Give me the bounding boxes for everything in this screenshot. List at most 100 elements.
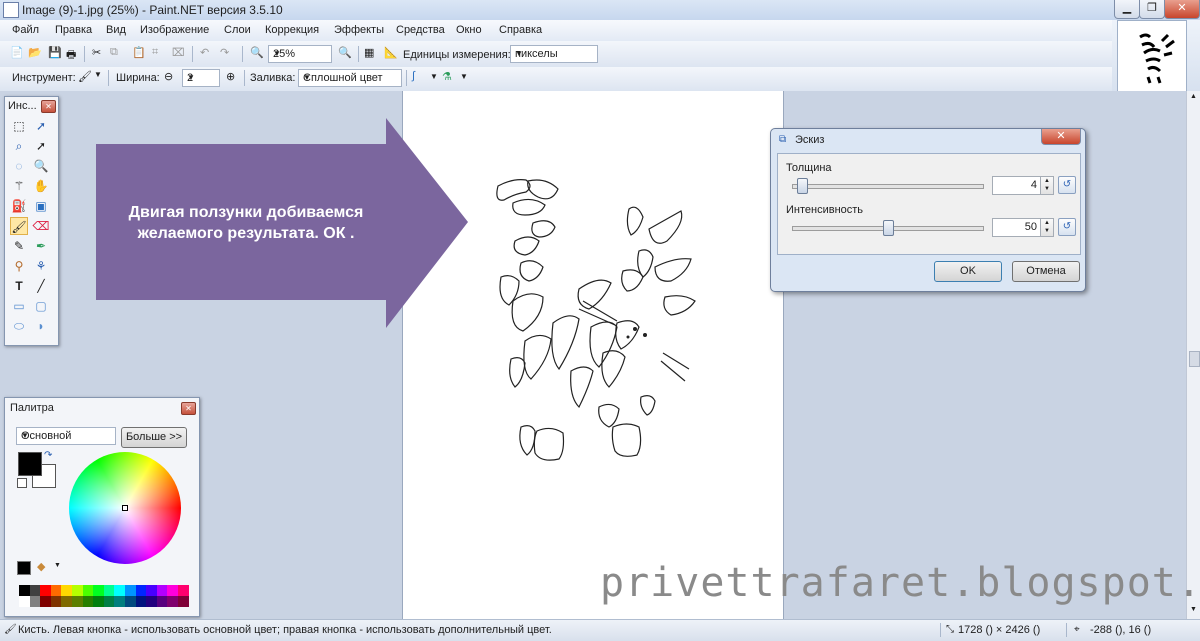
thickness-slider-track[interactable] (792, 184, 984, 189)
thickness-input[interactable]: 4 (992, 176, 1042, 195)
grid-icon[interactable]: ▦ (364, 46, 378, 60)
color-mode-select[interactable]: Основной ▼ (16, 427, 116, 445)
menu-adjustments[interactable]: Коррекция (265, 24, 319, 36)
menu-edit[interactable]: Правка (55, 24, 92, 36)
tools-close-button[interactable]: ✕ (41, 100, 56, 113)
color-swatch[interactable] (146, 596, 157, 607)
rectangle-shape-icon[interactable]: ▭ (10, 297, 28, 315)
ok-button[interactable]: OK (934, 261, 1002, 282)
menu-help[interactable]: Справка (499, 24, 542, 36)
new-file-icon[interactable]: 📄 (10, 46, 24, 60)
palette-black-icon[interactable] (17, 561, 31, 575)
restore-button[interactable]: ❐ (1139, 0, 1165, 19)
color-swatch[interactable] (125, 596, 136, 607)
palette-menu-icon[interactable]: ◆ (37, 560, 45, 573)
color-swatch[interactable] (178, 585, 189, 596)
recolor-icon[interactable]: ⚘ (32, 257, 50, 275)
eraser-icon[interactable]: ⌫ (32, 217, 50, 235)
color-swatch[interactable] (72, 596, 83, 607)
color-swatch[interactable] (29, 585, 41, 596)
brush-tool-icon[interactable]: 🖌 (78, 70, 92, 84)
color-swatch[interactable] (19, 596, 30, 607)
color-swatch[interactable] (178, 596, 189, 607)
image-thumbnail[interactable] (1117, 20, 1187, 92)
scroll-up-icon[interactable]: ▲ (1190, 93, 1197, 100)
line-curve-icon[interactable]: ╱ (32, 277, 50, 295)
color-swatch[interactable] (93, 596, 104, 607)
swap-colors-icon[interactable]: ↷ (44, 450, 52, 461)
more-colors-button[interactable]: Больше >> (121, 427, 187, 448)
intensity-reset-button[interactable]: ↺ (1058, 218, 1076, 236)
color-swatch[interactable] (135, 585, 147, 596)
thickness-spinner[interactable]: ▲ ▼ (1040, 176, 1054, 195)
open-file-icon[interactable]: 📂 (28, 46, 42, 60)
color-swatch[interactable] (82, 585, 94, 596)
zoom-out-icon[interactable]: 🔍 (250, 46, 264, 60)
color-swatch[interactable] (29, 596, 41, 607)
zoom-in-icon[interactable]: 🔍 (338, 46, 352, 60)
text-tool-icon[interactable]: T (10, 277, 28, 295)
cancel-button[interactable]: Отмена (1012, 261, 1080, 282)
ellipse-select-icon[interactable]: ◌ (10, 157, 28, 175)
menu-view[interactable]: Вид (106, 24, 126, 36)
paint-bucket-icon[interactable]: ⛽ (10, 197, 28, 215)
scroll-down-icon[interactable]: ▼ (1190, 606, 1197, 613)
zoom-tool-icon[interactable]: 🔍 (32, 157, 50, 175)
color-swatch[interactable] (40, 585, 51, 596)
undo-icon[interactable]: ↶ (200, 46, 214, 60)
color-swatch[interactable] (156, 596, 168, 607)
width-select[interactable]: 2 ▼ (182, 69, 220, 87)
cut-icon[interactable]: ✂ (92, 46, 106, 60)
thickness-reset-button[interactable]: ↺ (1058, 176, 1076, 194)
freeform-shape-icon[interactable]: ◗ (32, 317, 50, 335)
color-swatch[interactable] (61, 585, 72, 596)
color-swatch[interactable] (114, 596, 125, 607)
redo-icon[interactable]: ↷ (220, 46, 234, 60)
intensity-input[interactable]: 50 (992, 218, 1042, 237)
color-swatch[interactable] (61, 596, 72, 607)
move-pixels-icon[interactable]: ➚ (32, 137, 50, 155)
color-picker-icon[interactable]: ✒ (32, 237, 50, 255)
color-swatch[interactable] (82, 596, 94, 607)
lasso-select-icon[interactable]: ⌕ (10, 137, 28, 155)
close-button[interactable]: ✕ (1164, 0, 1200, 19)
color-swatch[interactable] (93, 585, 104, 596)
palette-close-button[interactable]: ✕ (181, 402, 196, 415)
ellipse-shape-icon[interactable]: ⬭ (10, 317, 28, 335)
clone-stamp-icon[interactable]: ⚲ (10, 257, 28, 275)
color-wheel[interactable] (69, 452, 181, 564)
minimize-button[interactable]: ▁ (1114, 0, 1140, 19)
gradient-icon[interactable]: ▣ (32, 197, 50, 215)
color-swatch[interactable] (167, 585, 178, 596)
color-wheel-cursor[interactable] (122, 505, 128, 511)
color-swatch[interactable] (103, 596, 115, 607)
save-icon[interactable]: 💾 (48, 46, 62, 60)
antialiasing-icon[interactable]: ∫ (412, 70, 426, 84)
units-select[interactable]: пикселы ▼ (510, 45, 598, 63)
intensity-spinner[interactable]: ▲ ▼ (1040, 218, 1054, 237)
chevron-down-icon[interactable]: ▼ (94, 70, 102, 79)
increase-width-icon[interactable]: ⊕ (226, 70, 240, 84)
print-icon[interactable]: 🖶 (66, 46, 80, 61)
ruler-icon[interactable]: 📐 (384, 46, 398, 60)
fill-select[interactable]: Сплошной цвет ▼ (298, 69, 402, 87)
primary-color[interactable] (18, 452, 42, 476)
blend-mode-icon[interactable]: ⚗ (442, 70, 456, 84)
magic-wand-icon[interactable]: ⚚ (10, 177, 28, 195)
chevron-down-icon[interactable]: ▼ (54, 562, 61, 569)
paste-icon[interactable]: 📋 (132, 46, 146, 60)
chevron-down-icon[interactable]: ▼ (430, 72, 438, 81)
zoom-select[interactable]: 25% ▼ (268, 45, 332, 63)
color-swatch[interactable] (103, 585, 115, 596)
color-swatch[interactable] (167, 596, 178, 607)
color-swatch[interactable] (72, 585, 83, 596)
menu-file[interactable]: Файл (12, 24, 39, 36)
color-swatch[interactable] (146, 585, 157, 596)
color-swatch[interactable] (19, 585, 30, 596)
menu-effects[interactable]: Эффекты (334, 24, 384, 36)
pan-hand-icon[interactable]: ✋ (32, 177, 50, 195)
color-swatch[interactable] (50, 585, 62, 596)
color-swatch[interactable] (135, 596, 147, 607)
chevron-down-icon[interactable]: ▼ (460, 72, 468, 81)
color-swatch[interactable] (156, 585, 168, 596)
